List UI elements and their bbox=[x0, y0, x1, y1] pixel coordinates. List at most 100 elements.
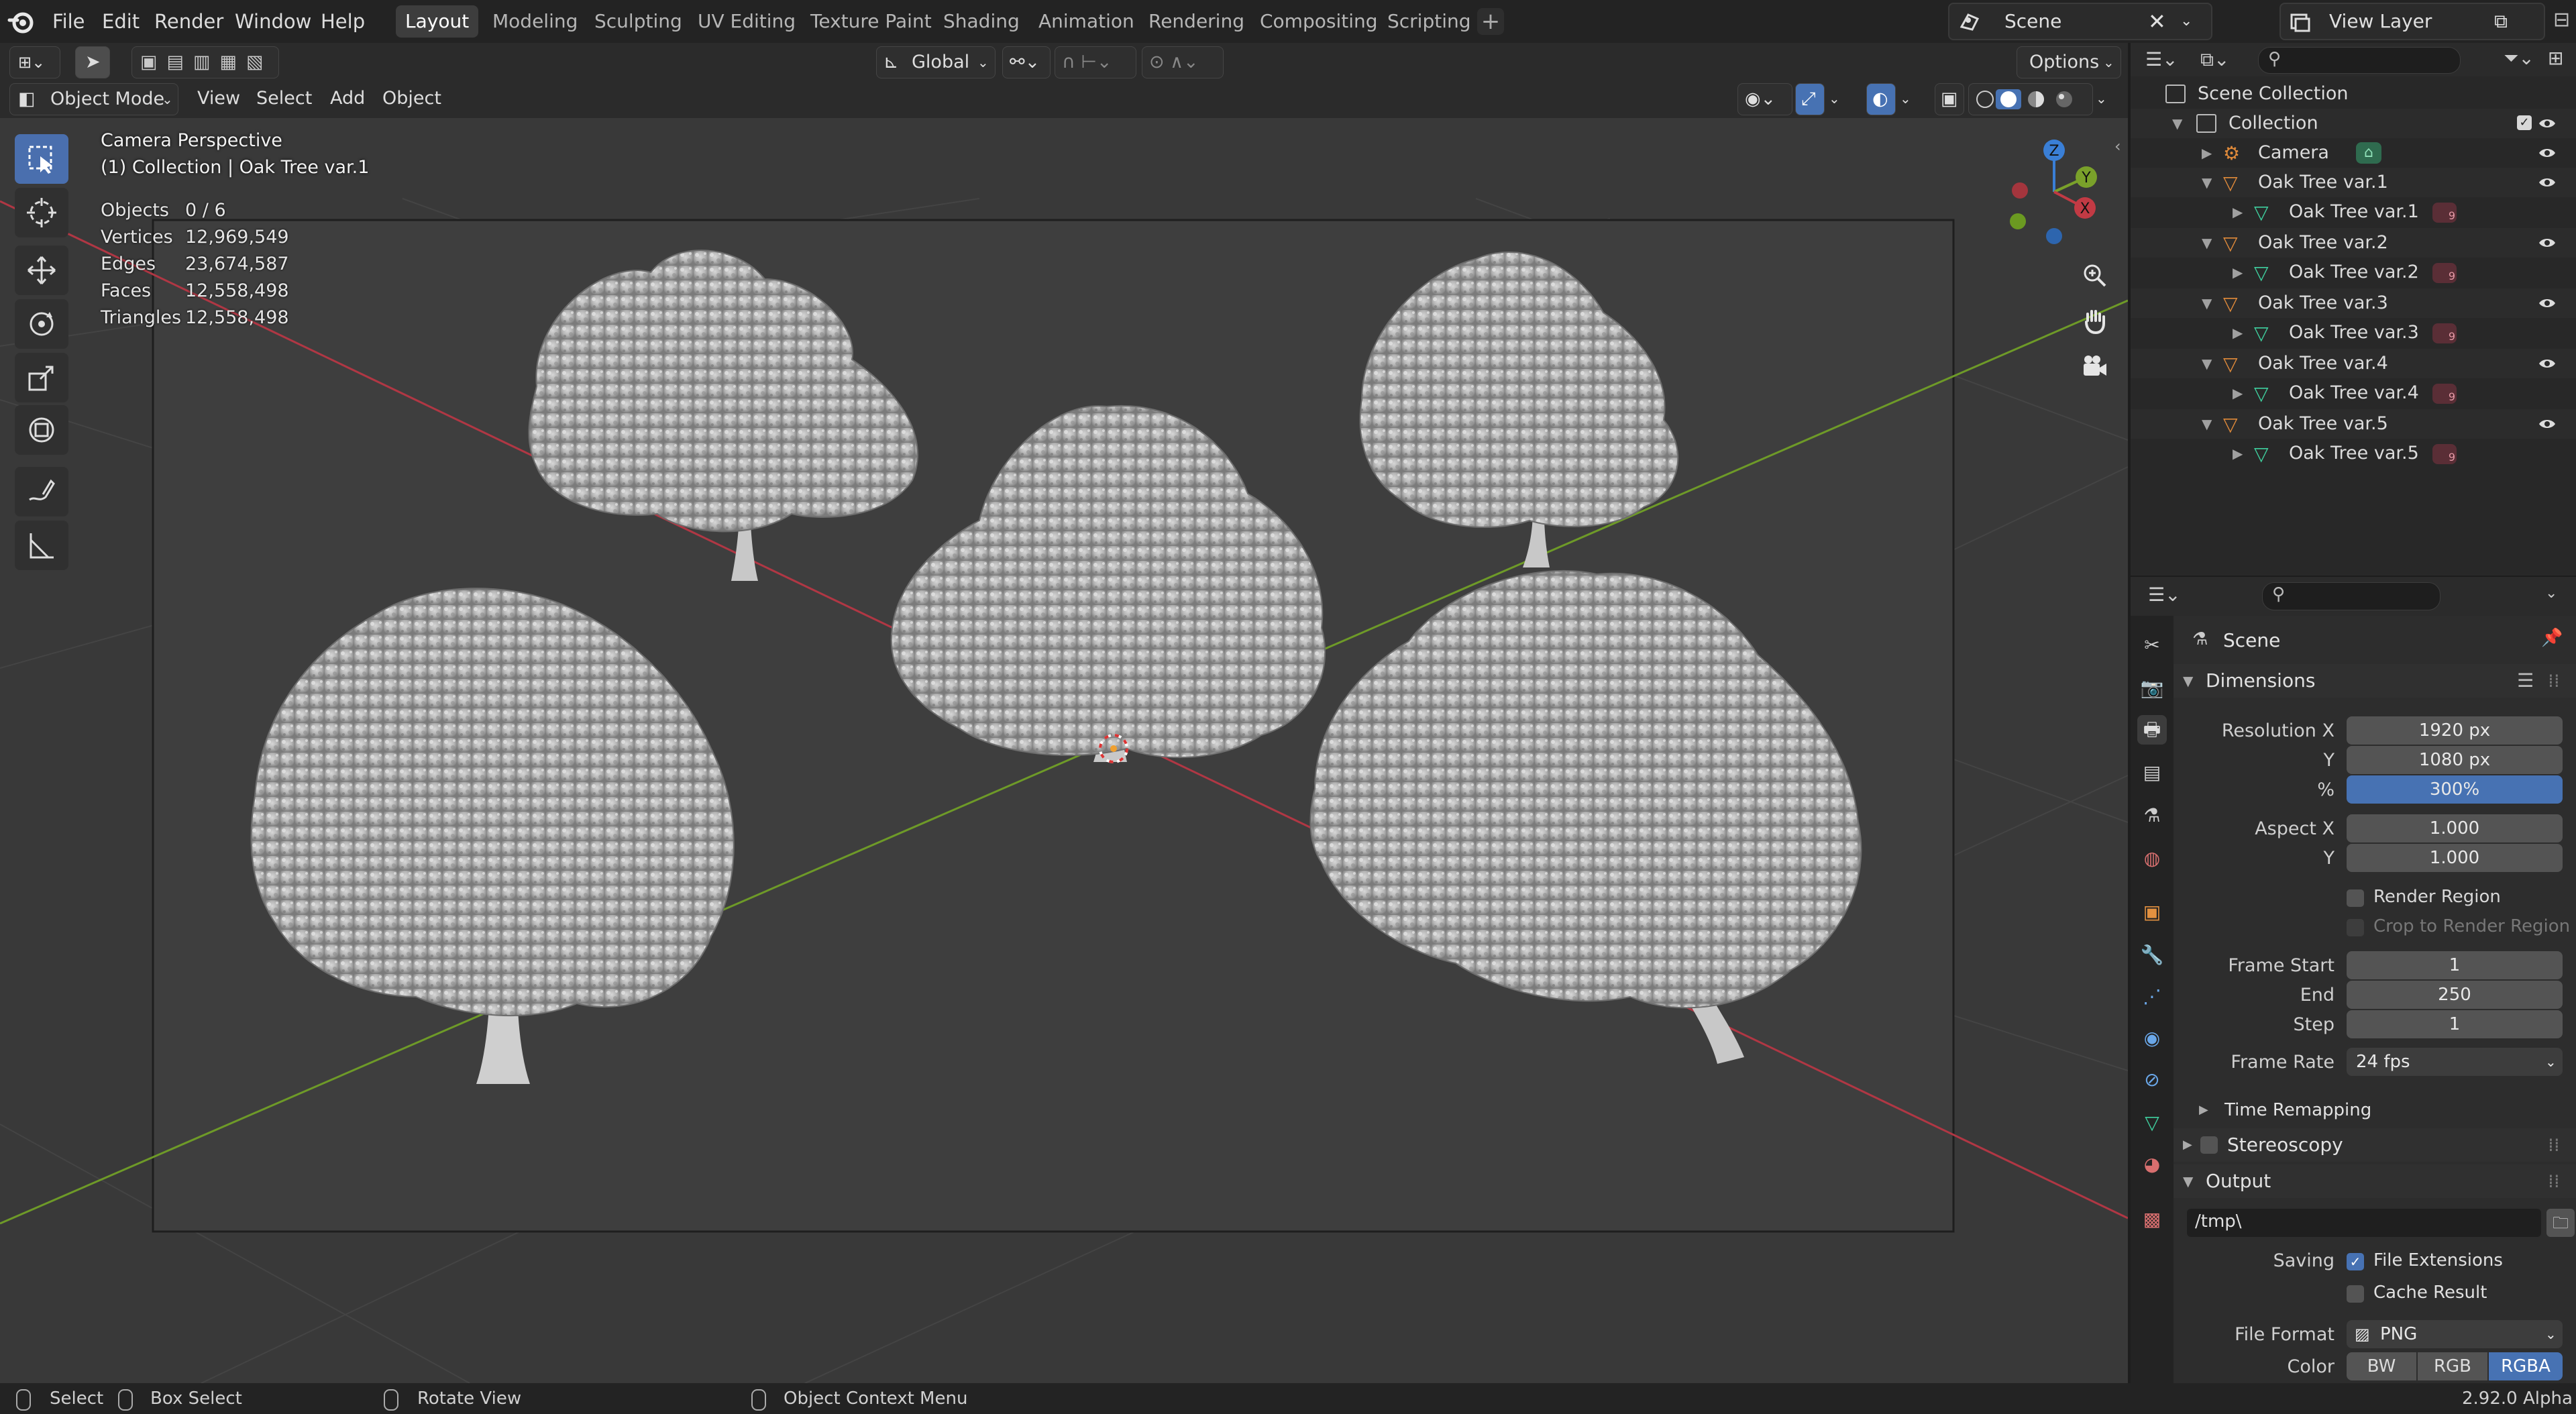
close-icon[interactable]: ✕ bbox=[2148, 4, 2166, 39]
expand-arrow-icon[interactable]: ▶ bbox=[2233, 378, 2243, 408]
display-mode-icon[interactable]: ⧉⌄ bbox=[2200, 48, 2229, 71]
resolution-percent-field[interactable]: 300% bbox=[2347, 775, 2563, 804]
eye-icon[interactable] bbox=[2538, 117, 2556, 130]
eye-icon[interactable] bbox=[2538, 357, 2556, 370]
output-path-input[interactable]: /tmp\ bbox=[2187, 1209, 2541, 1237]
filter-icon[interactable]: ⏷⌄ bbox=[2504, 47, 2534, 70]
measure-tool[interactable] bbox=[15, 521, 68, 570]
3d-viewport[interactable]: Camera Perspective (1) Collection | Oak … bbox=[0, 118, 2128, 1383]
file-format-dropdown[interactable]: ▨ PNG ⌄ bbox=[2347, 1320, 2563, 1348]
menu-help[interactable]: Help bbox=[321, 0, 365, 43]
time-remapping-subpanel[interactable]: ▶ Time Remapping bbox=[2174, 1093, 2576, 1127]
drag-handle-icon[interactable]: ⁞⁞ bbox=[2548, 1128, 2560, 1162]
overlays-toggle[interactable]: ◐ bbox=[1866, 83, 1896, 115]
object-mode-dropdown[interactable]: ◧ Object Mode ⌄ bbox=[9, 83, 178, 115]
render-region-checkbox[interactable] bbox=[2347, 889, 2364, 907]
outliner-row-oak-tree-3-mesh[interactable]: ▶ ▽ Oak Tree var.3 9 bbox=[2131, 318, 2576, 347]
properties-editor-type-icon[interactable]: ☰⌄ bbox=[2148, 584, 2181, 606]
tab-uv-editing[interactable]: UV Editing bbox=[688, 5, 805, 38]
select-mode-buttons[interactable]: ▣▤▥▦▧ bbox=[131, 46, 279, 78]
expand-arrow-icon[interactable]: ▶ bbox=[2233, 258, 2243, 287]
tab-modeling[interactable]: Modeling bbox=[483, 5, 587, 38]
collapse-arrow-icon[interactable]: ▼ bbox=[2202, 409, 2212, 439]
tab-sculpting[interactable]: Sculpting bbox=[585, 5, 692, 38]
pan-hand-icon[interactable] bbox=[2076, 302, 2113, 339]
stereoscopy-panel-header[interactable]: ▶ Stereoscopy ⁞⁞ bbox=[2174, 1128, 2576, 1162]
new-collection-icon[interactable]: ⊞ bbox=[2548, 47, 2563, 69]
frame-step-field[interactable]: 1 bbox=[2347, 1010, 2563, 1038]
select-box-tool[interactable] bbox=[15, 134, 68, 184]
color-mode-bw[interactable]: BW bbox=[2347, 1352, 2416, 1380]
scene-tab-icon[interactable]: ⚗ bbox=[2137, 801, 2167, 830]
chevron-down-icon[interactable]: ⌄ bbox=[2545, 585, 2557, 602]
frame-start-field[interactable]: 1 bbox=[2347, 951, 2563, 979]
tab-rendering[interactable]: Rendering bbox=[1139, 5, 1254, 38]
menu-window[interactable]: Window bbox=[235, 0, 311, 43]
eye-icon[interactable] bbox=[2538, 296, 2556, 310]
sidebar-toggle-icon[interactable]: ‹ bbox=[2114, 137, 2121, 156]
outliner-collection[interactable]: ▼ Collection ✓ bbox=[2131, 109, 2576, 138]
outliner-row-oak-tree-4-mesh[interactable]: ▶ ▽ Oak Tree var.4 9 bbox=[2131, 378, 2576, 408]
expand-arrow-icon[interactable]: ▶ bbox=[2233, 318, 2243, 347]
outliner-row-oak-tree-4[interactable]: ▼ ▽ Oak Tree var.4 bbox=[2131, 349, 2576, 378]
remove-view-layer-icon[interactable]: ⊟ bbox=[2553, 8, 2570, 32]
options-dropdown[interactable]: Options ⌄ bbox=[2017, 46, 2121, 78]
gizmo-toggle[interactable]: ⤢ bbox=[1795, 83, 1825, 115]
chevron-down-icon[interactable]: ⌄ bbox=[2096, 83, 2107, 114]
collapse-arrow-icon[interactable]: ▼ bbox=[2202, 168, 2212, 197]
chevron-down-icon[interactable]: ⌄ bbox=[1900, 83, 1911, 114]
file-extensions-checkbox[interactable]: ✓ bbox=[2347, 1253, 2364, 1270]
move-tool[interactable] bbox=[15, 246, 68, 295]
copy-icon[interactable]: ⧉ bbox=[2494, 4, 2508, 39]
tab-compositing[interactable]: Compositing bbox=[1250, 5, 1387, 38]
menu-edit[interactable]: Edit bbox=[102, 0, 140, 43]
collapse-arrow-icon[interactable]: ▼ bbox=[2202, 228, 2212, 258]
collapse-arrow-icon[interactable]: ▼ bbox=[2172, 109, 2182, 138]
collapse-arrow-icon[interactable]: ▼ bbox=[2202, 349, 2212, 378]
outliner-scene-collection[interactable]: Scene Collection bbox=[2131, 79, 2576, 109]
annotate-tool[interactable] bbox=[15, 467, 68, 516]
frame-end-field[interactable]: 250 bbox=[2347, 981, 2563, 1009]
color-mode-rgb[interactable]: RGB bbox=[2418, 1352, 2487, 1380]
transform-tool[interactable] bbox=[15, 405, 68, 455]
blender-logo-icon[interactable] bbox=[7, 7, 36, 36]
tab-animation[interactable]: Animation bbox=[1029, 5, 1144, 38]
drag-handle-icon[interactable]: ⁞⁞ bbox=[2548, 1164, 2560, 1198]
editor-type-button[interactable]: ⊞⌄ bbox=[9, 46, 60, 78]
material-tab-icon[interactable]: ◕ bbox=[2137, 1150, 2167, 1179]
collection-checkbox[interactable]: ✓ bbox=[2517, 115, 2532, 130]
rotate-tool[interactable] bbox=[15, 299, 68, 349]
tab-scripting[interactable]: Scripting bbox=[1378, 5, 1481, 38]
navigation-gizmo[interactable]: Z Y X bbox=[1996, 133, 2117, 254]
pivot-point-button[interactable]: ⚯⌄ bbox=[1002, 46, 1051, 78]
outliner-row-oak-tree-5-mesh[interactable]: ▶ ▽ Oak Tree var.5 9 bbox=[2131, 439, 2576, 468]
chevron-down-icon[interactable]: ⌄ bbox=[1829, 83, 1840, 114]
outliner-row-oak-tree-1-mesh[interactable]: ▶ ▽ Oak Tree var.1 9 bbox=[2131, 197, 2576, 227]
resolution-x-field[interactable]: 1920 px bbox=[2347, 716, 2563, 745]
output-panel-header[interactable]: ▼ Output ⁞⁞ bbox=[2174, 1164, 2576, 1198]
pin-icon[interactable]: 📌 bbox=[2541, 628, 2563, 648]
proportional-edit-button[interactable]: ⊙ ∧⌄ bbox=[1142, 46, 1224, 78]
add-workspace-button[interactable]: + bbox=[1477, 8, 1504, 35]
world-tab-icon[interactable]: ◍ bbox=[2137, 844, 2167, 873]
modifier-tab-icon[interactable]: 🔧 bbox=[2137, 940, 2167, 970]
particles-tab-icon[interactable]: ⋰ bbox=[2137, 982, 2167, 1012]
transform-orientation-dropdown[interactable]: ⊾ Global ⌄ bbox=[876, 46, 996, 78]
folder-icon[interactable]: 🗀 bbox=[2546, 1209, 2575, 1237]
outliner-row-camera[interactable]: ▶ ⚙ Camera ⌂ bbox=[2131, 138, 2576, 168]
expand-arrow-icon[interactable]: ▶ bbox=[2202, 138, 2212, 168]
stereoscopy-checkbox[interactable] bbox=[2200, 1136, 2218, 1154]
menu-render[interactable]: Render bbox=[154, 0, 223, 43]
xray-toggle[interactable]: ▣ bbox=[1935, 83, 1964, 115]
properties-search-input[interactable]: ⚲ bbox=[2262, 582, 2440, 610]
chevron-down-icon[interactable]: ⌄ bbox=[2180, 4, 2192, 39]
menu-file[interactable]: File bbox=[52, 0, 85, 43]
scene-selector[interactable]: Scene ✕ ⌄ bbox=[1948, 3, 2212, 40]
tool-tab-icon[interactable]: ✂ bbox=[2137, 631, 2167, 660]
outliner-row-oak-tree-5[interactable]: ▼ ▽ Oak Tree var.5 bbox=[2131, 409, 2576, 439]
cursor-tool[interactable] bbox=[15, 188, 68, 237]
view-layer-tab-icon[interactable]: ▤ bbox=[2137, 758, 2167, 787]
visibility-dropdown[interactable]: ◉⌄ bbox=[1737, 83, 1792, 115]
outliner-row-oak-tree-3[interactable]: ▼ ▽ Oak Tree var.3 bbox=[2131, 288, 2576, 318]
data-tab-icon[interactable]: ▽ bbox=[2137, 1108, 2167, 1138]
